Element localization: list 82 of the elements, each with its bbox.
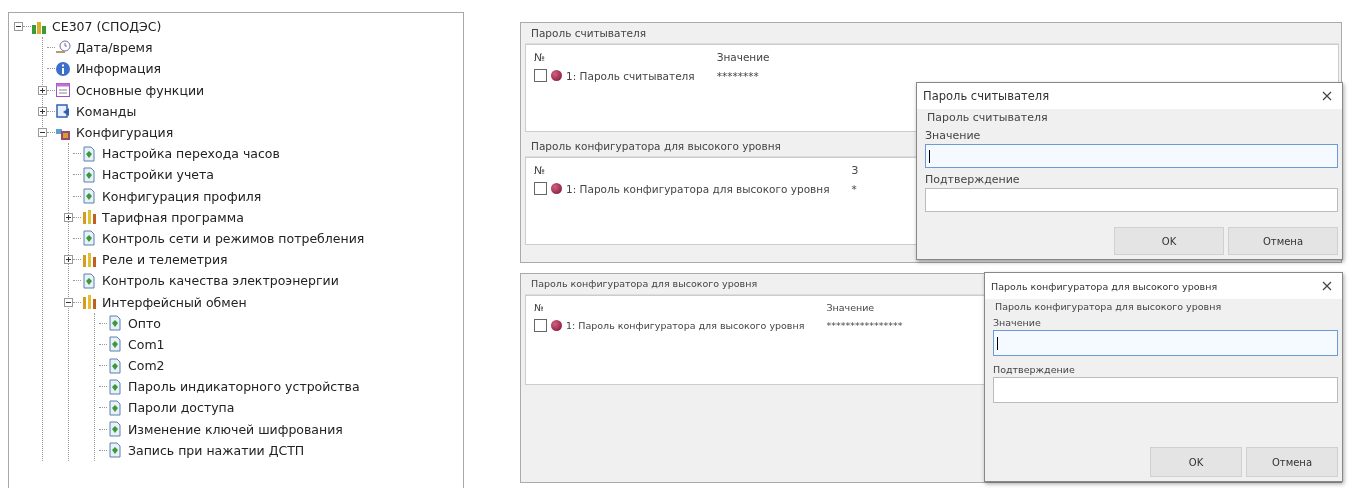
dialog-button[interactable]: Отмена <box>1228 227 1338 255</box>
checkbox[interactable] <box>534 319 547 332</box>
document-icon <box>81 272 97 289</box>
document-icon <box>107 399 123 416</box>
bars-icon <box>81 251 97 268</box>
tree-item[interactable]: Конфигурация <box>76 125 174 141</box>
tree-item[interactable]: Дата/время <box>76 40 153 56</box>
dialog-button[interactable]: Отмена <box>1246 447 1338 477</box>
column-header: З <box>851 164 860 176</box>
document-icon <box>107 421 123 438</box>
close-icon[interactable] <box>1322 281 1332 291</box>
tree-item[interactable]: Настройка перехода часов <box>102 146 280 162</box>
status-ball-icon <box>551 320 562 331</box>
field-label: Подтверждение <box>925 173 1021 186</box>
expand-toggle[interactable] <box>64 255 73 265</box>
expand-toggle[interactable] <box>38 85 47 95</box>
tree-item[interactable]: Контроль качества электроэнергии <box>102 273 339 289</box>
tree-item[interactable]: CE307 (СПОДЭС) <box>52 19 162 35</box>
tree-item[interactable]: Реле и телеметрия <box>102 252 228 268</box>
command-icon <box>55 103 71 120</box>
document-icon <box>107 442 123 459</box>
column-header: Значение <box>826 302 876 313</box>
document-icon <box>107 378 123 395</box>
tree-item[interactable]: Пароль индикаторного устройства <box>128 379 360 395</box>
tree-item[interactable]: Com1 <box>128 336 165 352</box>
section-header: Пароль считывателя <box>927 111 1049 124</box>
input-field[interactable] <box>993 377 1338 403</box>
collapse-toggle[interactable] <box>14 22 23 32</box>
section-header: Пароль конфигуратора для высокого уровня <box>995 301 1223 312</box>
document-icon <box>81 230 97 247</box>
tree-item[interactable]: Основные функции <box>76 82 205 98</box>
table-cell: **************** <box>826 320 903 331</box>
checkbox[interactable] <box>534 69 547 82</box>
document-icon <box>107 357 123 374</box>
tree-item[interactable]: Контроль сети и режимов потребления <box>102 230 365 246</box>
expand-toggle[interactable] <box>38 106 47 116</box>
dialog-button[interactable]: OK <box>1114 227 1224 255</box>
input-field[interactable] <box>993 330 1338 356</box>
column-header: Значение <box>716 51 771 63</box>
document-icon <box>107 336 123 353</box>
tree-item[interactable]: Пароли доступа <box>128 400 235 416</box>
document-icon <box>107 315 123 332</box>
tree-item[interactable]: Информация <box>76 61 162 77</box>
collapse-toggle[interactable] <box>38 128 47 138</box>
bars-icon <box>81 294 97 311</box>
status-ball-icon <box>551 70 562 81</box>
tree-item[interactable]: Команды <box>76 103 137 119</box>
tree-item[interactable]: Тарифная программа <box>102 209 244 225</box>
tree-item[interactable]: Com2 <box>128 358 165 374</box>
field-label: Подтверждение <box>993 364 1076 375</box>
tree-item[interactable]: Конфигурация профиля <box>102 188 262 204</box>
column-header: № <box>534 164 546 176</box>
expand-toggle[interactable] <box>64 212 73 222</box>
dialog-title: Пароль конфигуратора для высокого уровня <box>991 280 1218 292</box>
clock-icon <box>55 39 71 56</box>
bars-icon <box>81 209 97 226</box>
document-icon <box>81 188 97 205</box>
table-cell: * <box>851 182 857 195</box>
input-field[interactable] <box>925 144 1338 168</box>
input-field[interactable] <box>925 188 1338 212</box>
dialog-button[interactable]: OK <box>1150 447 1242 477</box>
document-icon <box>81 145 97 162</box>
tree-item[interactable]: Изменение ключей шифрования <box>128 421 343 437</box>
tree-item[interactable]: Интерфейсный обмен <box>102 294 247 310</box>
collapse-toggle[interactable] <box>64 297 73 307</box>
close-icon[interactable] <box>1322 91 1332 101</box>
tree-item[interactable]: Настройки учета <box>102 167 214 183</box>
checkbox[interactable] <box>534 182 547 195</box>
table-cell: 1: Пароль считывателя <box>566 69 695 82</box>
column-header: № <box>534 302 545 313</box>
list-icon <box>55 82 71 99</box>
tree-item[interactable]: Запись при нажатии ДСТП <box>128 442 305 458</box>
info-icon <box>55 60 71 77</box>
tree-item[interactable]: Опто <box>128 315 161 331</box>
document-icon <box>81 166 97 183</box>
table-cell: ******** <box>716 69 759 82</box>
table-cell: 1: Пароль конфигуратора для высокого уровня <box>566 182 830 195</box>
status-ball-icon <box>551 183 562 194</box>
field-label: Значение <box>993 317 1042 328</box>
table-cell: 1: Пароль конфигуратора для высокого уровня <box>566 320 805 331</box>
column-header: № <box>534 51 546 63</box>
dialog-title: Пароль считывателя <box>923 89 1050 103</box>
